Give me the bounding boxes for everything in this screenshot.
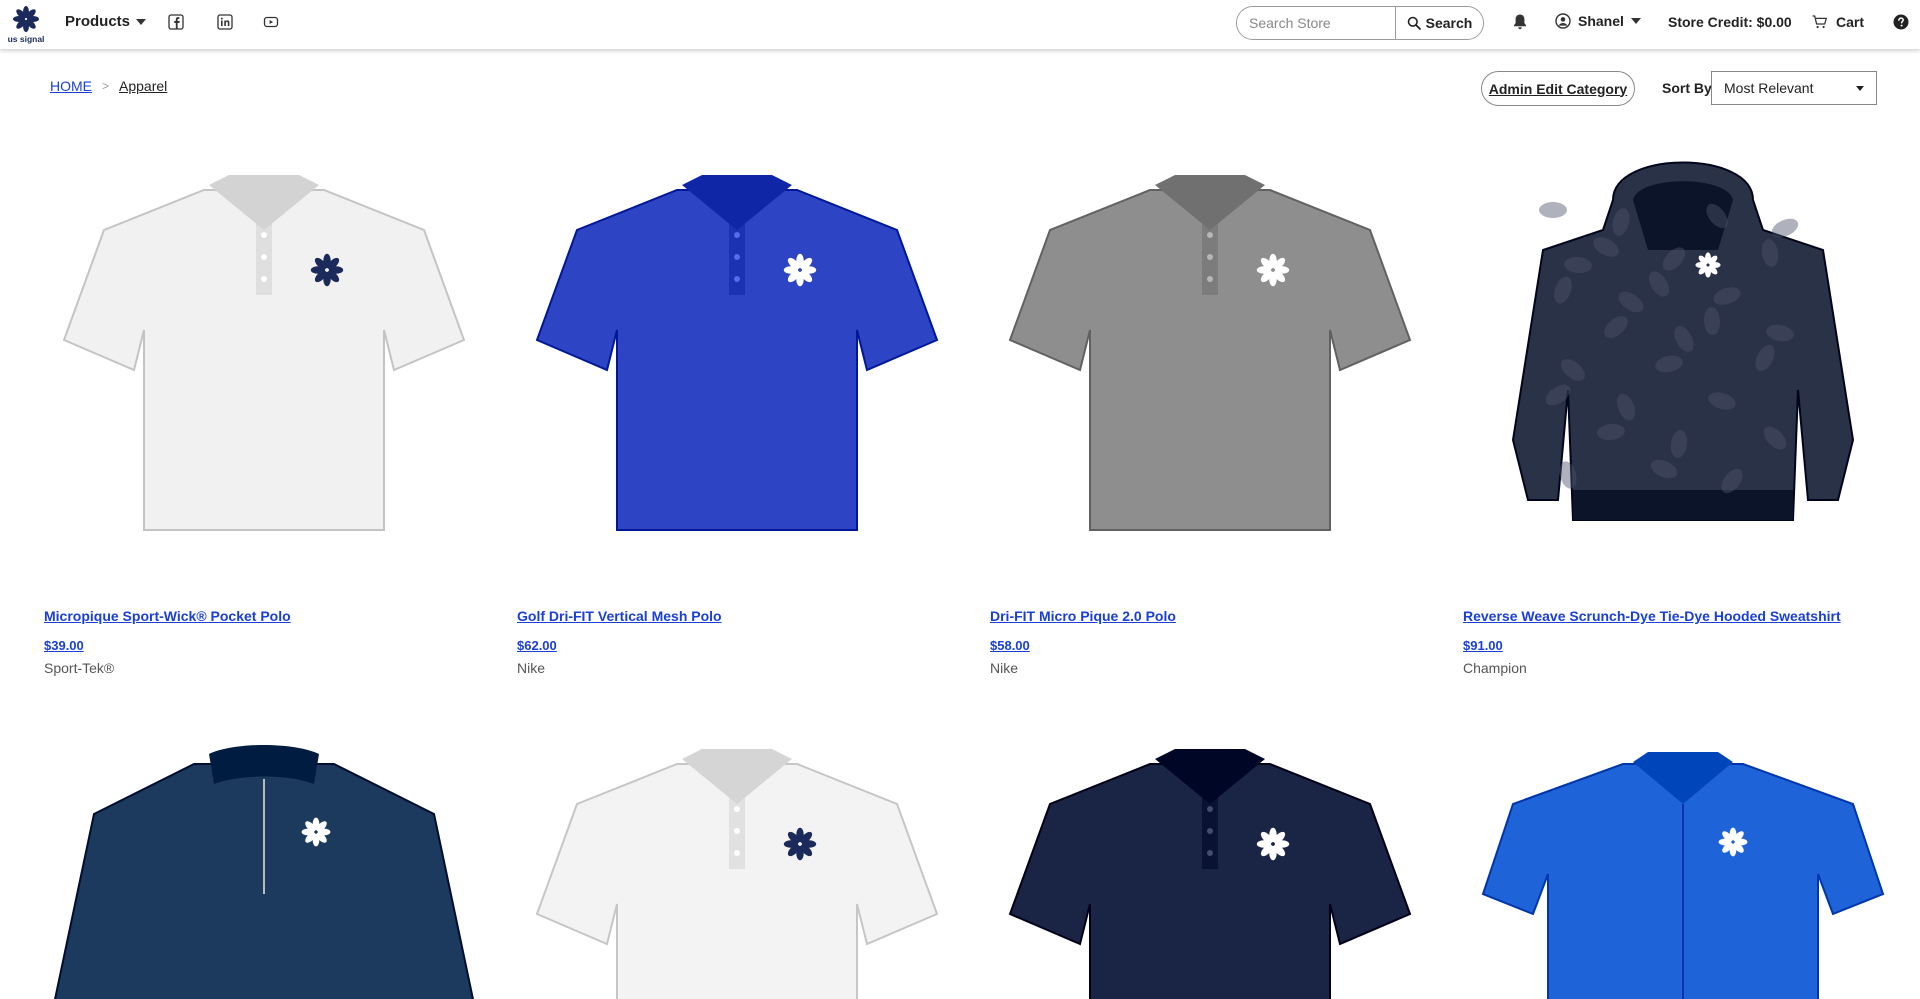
top-navigation-bar: us signal Products Search Store Search S… (0, 0, 1920, 49)
product-price-link[interactable]: $39.00 (44, 638, 84, 653)
product-image[interactable] (990, 744, 1430, 999)
user-avatar-icon (1555, 13, 1571, 29)
product-brand: Nike (517, 660, 546, 676)
user-menu[interactable]: Shanel (1555, 13, 1641, 29)
product-card (990, 744, 1430, 999)
sort-by-value: Most Relevant (1724, 80, 1814, 96)
admin-edit-category-button[interactable]: Admin Edit Category (1481, 71, 1635, 106)
breadcrumb: HOME > Apparel (50, 78, 167, 94)
products-menu-label: Products (65, 13, 131, 30)
breadcrumb-separator: > (102, 79, 110, 93)
breadcrumb-current[interactable]: Apparel (119, 78, 167, 94)
polo-garment-illustration (1008, 749, 1412, 999)
product-card: Reverse Weave Scrunch-Dye Tie-Dye Hooded… (1463, 140, 1903, 680)
polo-garment-illustration (535, 749, 939, 999)
products-menu[interactable]: Products (65, 13, 147, 30)
breadcrumb-home-link[interactable]: HOME (50, 78, 92, 94)
product-image[interactable] (990, 140, 1430, 560)
product-card (44, 744, 484, 999)
cart-icon (1812, 15, 1827, 29)
store-search: Search (1236, 6, 1484, 40)
us-signal-logo[interactable]: us signal (4, 2, 48, 46)
product-price-link[interactable]: $58.00 (990, 638, 1030, 653)
product-brand: Sport-Tek® (44, 660, 115, 676)
polo-garment-illustration (535, 175, 939, 531)
search-input[interactable] (1237, 7, 1395, 39)
cart-link[interactable]: Cart (1812, 14, 1864, 30)
polo-garment-illustration (62, 175, 466, 531)
shirt-garment-illustration (1481, 752, 1885, 999)
sort-by-select[interactable]: Most Relevant (1711, 71, 1877, 105)
user-name: Shanel (1578, 13, 1624, 29)
svg-text:us signal: us signal (8, 34, 45, 44)
product-price-link[interactable]: $62.00 (517, 638, 557, 653)
product-card: Micropique Sport-Wick® Pocket Polo $39.0… (44, 140, 484, 680)
facebook-icon[interactable] (168, 14, 184, 30)
chevron-down-icon (1630, 18, 1641, 24)
cart-label: Cart (1836, 14, 1865, 30)
product-image[interactable] (517, 140, 957, 560)
chevron-down-icon (1856, 85, 1864, 91)
product-image[interactable] (517, 744, 957, 999)
youtube-icon[interactable] (263, 14, 279, 30)
product-price-link[interactable]: $91.00 (1463, 638, 1503, 653)
chevron-down-icon (136, 18, 147, 25)
search-icon (1407, 16, 1421, 30)
product-title-link[interactable]: Reverse Weave Scrunch-Dye Tie-Dye Hooded… (1463, 608, 1841, 624)
search-button[interactable]: Search (1395, 7, 1483, 39)
quarterzip-garment-illustration (54, 745, 474, 999)
product-brand: Nike (990, 660, 1019, 676)
product-card: Golf Dri-FIT Vertical Mesh Polo $62.00 N… (517, 140, 957, 680)
linkedin-icon[interactable] (217, 14, 233, 30)
help-icon[interactable] (1893, 14, 1909, 30)
search-button-label: Search (1425, 15, 1473, 31)
product-card (1463, 744, 1903, 999)
sort-by-label: Sort By (1662, 80, 1712, 96)
product-card: Dri-FIT Micro Pique 2.0 Polo $58.00 Nike (990, 140, 1430, 680)
product-image[interactable] (44, 744, 484, 999)
product-image[interactable] (44, 140, 484, 560)
polo-garment-illustration (1008, 175, 1412, 531)
store-credit: Store Credit: $0.00 (1668, 14, 1792, 30)
product-title-link[interactable]: Micropique Sport-Wick® Pocket Polo (44, 608, 291, 624)
product-title-link[interactable]: Dri-FIT Micro Pique 2.0 Polo (990, 608, 1176, 624)
bell-icon[interactable] (1512, 13, 1528, 31)
product-title-link[interactable]: Golf Dri-FIT Vertical Mesh Polo (517, 608, 722, 624)
product-card (517, 744, 957, 999)
product-image[interactable] (1463, 140, 1903, 560)
hoodie-garment-illustration (1511, 161, 1855, 521)
product-image[interactable] (1463, 744, 1903, 999)
product-brand: Champion (1463, 660, 1527, 676)
